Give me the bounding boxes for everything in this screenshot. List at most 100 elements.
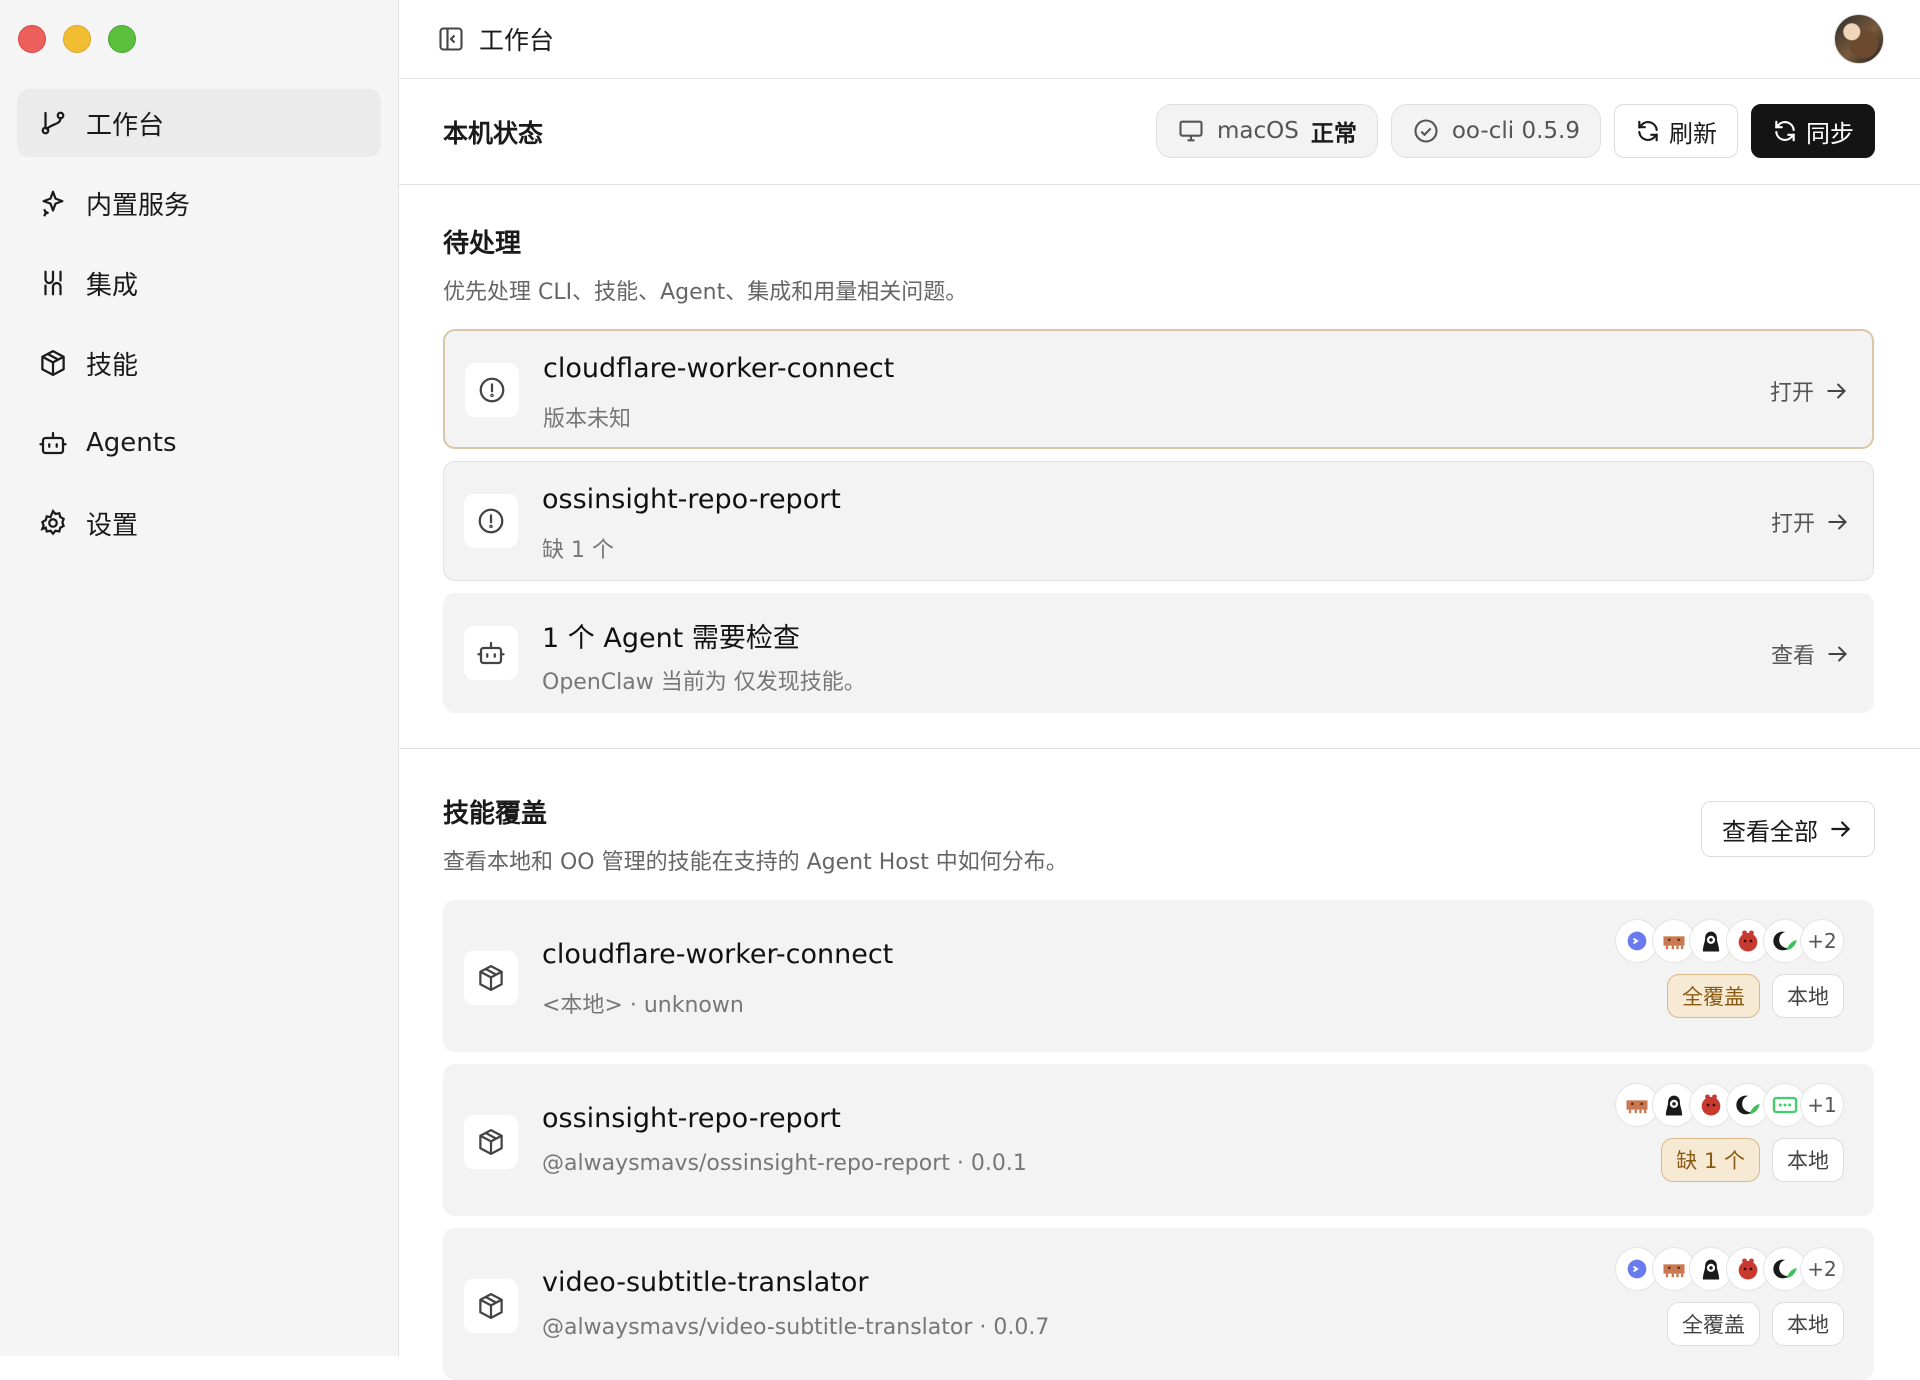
- action-label: 打开: [1771, 506, 1815, 538]
- sidebar-item-label: 工作台: [86, 105, 164, 142]
- check-circle-icon: [1412, 117, 1440, 145]
- sync-button[interactable]: 同步: [1751, 104, 1875, 158]
- action-label: 打开: [1770, 375, 1814, 407]
- page-title: 工作台: [479, 21, 554, 57]
- sidebar-item-agents[interactable]: Agents: [17, 409, 381, 477]
- coverage-item-icon-box: [464, 1115, 518, 1169]
- pending-item-name: ossinsight-repo-report: [542, 484, 841, 515]
- os-state: 正常: [1311, 114, 1357, 148]
- pending-item-view-link[interactable]: 查看: [1771, 638, 1851, 670]
- pending-item-name: 1 个 Agent 需要检查: [542, 616, 800, 655]
- pixel-creature-icon: [1660, 927, 1688, 955]
- pending-item-icon-box: [464, 626, 518, 680]
- pending-description: 优先处理 CLI、技能、Agent、集成和用量相关问题。: [443, 274, 1876, 306]
- sidebar: 工作台 内置服务 集成 技能 Agents 设置: [0, 0, 399, 1356]
- pending-item-icon-box: [464, 494, 518, 548]
- pending-item-name: cloudflare-worker-connect: [543, 353, 894, 384]
- close-window-button[interactable]: [18, 25, 46, 53]
- sidebar-item-workbench[interactable]: 工作台: [17, 89, 381, 157]
- sidebar-item-label: 技能: [86, 345, 138, 382]
- action-label: 查看: [1771, 638, 1815, 670]
- coverage-item-name: video-subtitle-translator: [542, 1267, 869, 1298]
- coverage-item-icon-box: [464, 951, 518, 1005]
- coverage-item-sub: @alwaysmavs/video-subtitle-translator · …: [542, 1315, 1049, 1340]
- pending-item[interactable]: ossinsight-repo-report 缺 1 个 打开: [443, 461, 1874, 581]
- coverage-item-sub: @alwaysmavs/ossinsight-repo-report · 0.0…: [542, 1151, 1027, 1176]
- package-icon: [476, 1127, 506, 1157]
- sync-icon: [1772, 118, 1798, 144]
- pixel-creature-icon: [1623, 1091, 1651, 1119]
- cli-version-pill: oo-cli 0.5.9: [1391, 104, 1601, 158]
- sidebar-item-integrations[interactable]: 集成: [17, 249, 381, 317]
- sidebar-item-label: 内置服务: [86, 185, 190, 222]
- arrow-right-icon: [1828, 816, 1854, 842]
- sidebar-item-label: 集成: [86, 265, 138, 302]
- character-icon: [1697, 927, 1725, 955]
- integration-icon: [38, 268, 68, 298]
- pending-item-icon-box: [465, 363, 519, 417]
- coverage-item[interactable]: cloudflare-worker-connect <本地> · unknown…: [443, 900, 1874, 1052]
- pending-item[interactable]: cloudflare-worker-connect 版本未知 打开: [443, 329, 1874, 449]
- refresh-button[interactable]: 刷新: [1614, 104, 1738, 158]
- machine-status-bar: 本机状态 macOS 正常 oo-cli 0.5.9 刷新 同步: [399, 79, 1920, 185]
- coverage-item-icon-box: [464, 1279, 518, 1333]
- moon-agent-icon: [1771, 1255, 1799, 1283]
- moon-agent-icon: [1734, 1091, 1762, 1119]
- blue-agent-icon: [1623, 1255, 1651, 1283]
- sidebar-item-label: Agents: [86, 428, 177, 458]
- pending-item-sub: 版本未知: [543, 401, 631, 433]
- arrow-right-icon: [1824, 378, 1850, 404]
- agent-host-avatars: +2: [1615, 919, 1844, 963]
- coverage-item-name: ossinsight-repo-report: [542, 1103, 841, 1134]
- pixel-creature-icon: [1660, 1255, 1688, 1283]
- pending-item-open-link[interactable]: 打开: [1771, 506, 1851, 538]
- coverage-item[interactable]: ossinsight-repo-report @alwaysmavs/ossin…: [443, 1064, 1874, 1216]
- sidebar-nav: 工作台 内置服务 集成 技能 Agents 设置: [17, 89, 381, 569]
- zoom-window-button[interactable]: [108, 25, 136, 53]
- bot-icon: [476, 638, 506, 668]
- sidebar-item-settings[interactable]: 设置: [17, 489, 381, 557]
- pending-item-sub: 缺 1 个: [542, 532, 614, 564]
- refresh-label: 刷新: [1669, 114, 1717, 149]
- coverage-status-badge: 全覆盖: [1667, 1302, 1760, 1346]
- alert-circle-icon: [477, 375, 507, 405]
- os-name: macOS: [1217, 118, 1299, 144]
- monitor-icon: [1177, 117, 1205, 145]
- coverage-badges: 全覆盖 本地: [1667, 974, 1844, 1018]
- cli-version: oo-cli 0.5.9: [1452, 118, 1580, 144]
- pending-item[interactable]: 1 个 Agent 需要检查 OpenClaw 当前为 仅发现技能。 查看: [443, 593, 1874, 713]
- coverage-badges: 全覆盖 本地: [1667, 1302, 1844, 1346]
- agent-host-more-count: +2: [1800, 919, 1844, 963]
- package-icon: [476, 963, 506, 993]
- workbench-icon: [38, 108, 68, 138]
- view-all-button[interactable]: 查看全部: [1701, 801, 1875, 857]
- coverage-item-name: cloudflare-worker-connect: [542, 939, 893, 970]
- avatar[interactable]: [1834, 14, 1884, 64]
- window-controls: [18, 25, 136, 53]
- package-icon: [476, 1291, 506, 1321]
- sparkle-icon: [38, 188, 68, 218]
- pending-title: 待处理: [443, 223, 1876, 260]
- sidebar-toggle-icon[interactable]: [437, 25, 465, 53]
- character-icon: [1697, 1255, 1725, 1283]
- refresh-icon: [1635, 118, 1661, 144]
- sidebar-item-builtin-services[interactable]: 内置服务: [17, 169, 381, 237]
- coverage-item[interactable]: video-subtitle-translator @alwaysmavs/vi…: [443, 1228, 1874, 1380]
- coverage-status-badge: 缺 1 个: [1661, 1138, 1760, 1182]
- os-status-pill: macOS 正常: [1156, 104, 1378, 158]
- pending-item-open-link[interactable]: 打开: [1770, 375, 1850, 407]
- red-blob-icon: [1697, 1091, 1725, 1119]
- sidebar-item-skills[interactable]: 技能: [17, 329, 381, 397]
- agent-host-more-count: +1: [1800, 1083, 1844, 1127]
- gear-icon: [38, 508, 68, 538]
- machine-status-label: 本机状态: [443, 114, 543, 150]
- pending-section: 待处理 优先处理 CLI、技能、Agent、集成和用量相关问题。 cloudfl…: [399, 185, 1920, 749]
- arrow-right-icon: [1825, 509, 1851, 535]
- coverage-item-sub: <本地> · unknown: [542, 987, 744, 1019]
- minimize-window-button[interactable]: [63, 25, 91, 53]
- view-all-label: 查看全部: [1722, 812, 1818, 847]
- sidebar-item-label: 设置: [86, 505, 138, 542]
- coverage-section: 技能覆盖 查看本地和 OO 管理的技能在支持的 Agent Host 中如何分布…: [399, 749, 1920, 876]
- chat-bubble-icon: [1771, 1091, 1799, 1119]
- sync-label: 同步: [1806, 114, 1854, 149]
